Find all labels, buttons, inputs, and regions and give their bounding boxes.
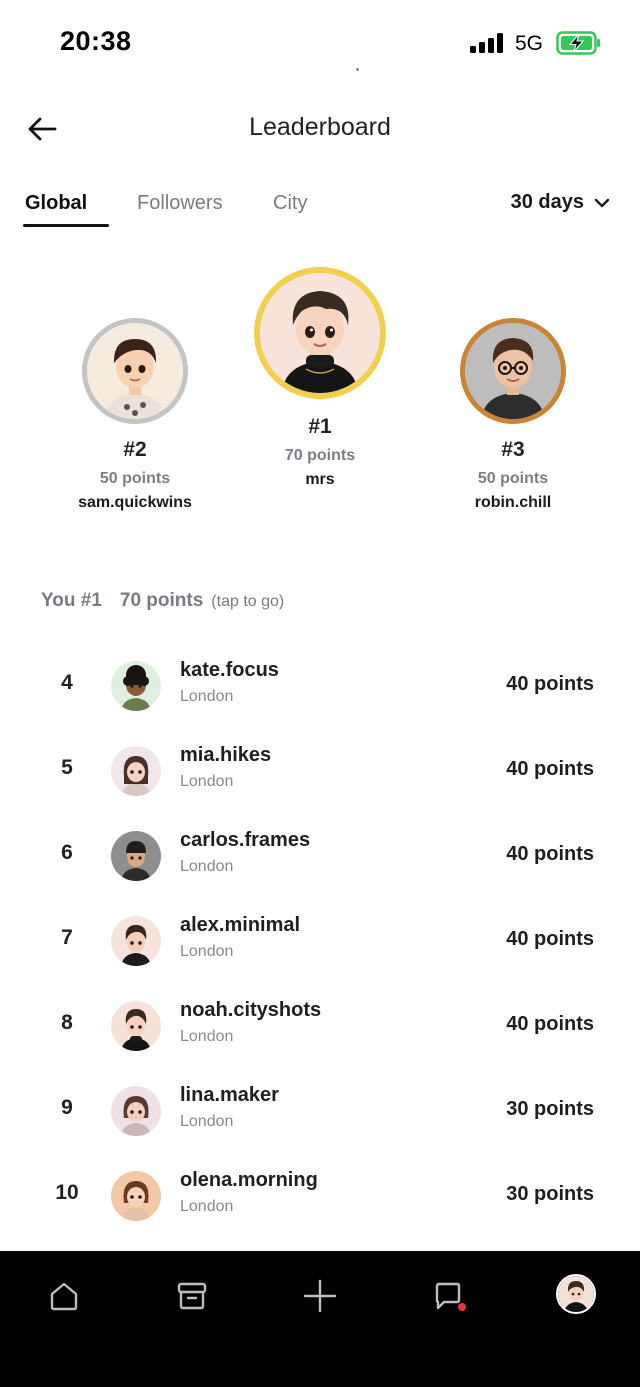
podium-first-avatar [254, 267, 386, 399]
avatar [111, 1086, 161, 1136]
podium-first-username: mrs [305, 471, 335, 488]
network-label: 5G [515, 32, 544, 55]
tap-to-go-hint: (tap to go) [211, 593, 285, 610]
podium-third-rank: #3 [501, 438, 525, 461]
row-rank: 10 [55, 1181, 79, 1204]
avatar [111, 916, 161, 966]
page-title: Leaderboard [249, 113, 391, 141]
row-username: kate.focus [180, 659, 279, 681]
leaderboard-row[interactable]: 6 carlos.frames London 40 points [0, 811, 640, 896]
row-username: noah.cityshots [180, 999, 322, 1021]
row-city: London [180, 943, 234, 960]
bottom-nav [0, 1251, 640, 1387]
row-city: London [180, 1028, 234, 1045]
nav-chat-button[interactable] [425, 1273, 471, 1319]
podium-second-points: 50 points [99, 470, 171, 487]
home-icon [50, 1282, 78, 1311]
avatar [111, 746, 161, 796]
period-dropdown[interactable]: 30 days [511, 191, 610, 214]
profile-avatar[interactable] [556, 1274, 596, 1314]
podium-second-username: sam.quickwins [78, 494, 192, 511]
row-city: London [180, 773, 234, 790]
avatar [111, 1171, 161, 1221]
podium-third-avatar [460, 318, 566, 424]
podium-third[interactable]: #3 50 points robin.chill [413, 318, 613, 512]
row-points: 40 points [506, 843, 594, 865]
row-rank: 4 [61, 671, 73, 694]
your-points: 70 points [119, 590, 204, 611]
leaderboard-row[interactable]: 7 alex.minimal London 40 points [0, 896, 640, 981]
row-city: London [180, 1113, 234, 1130]
status-bar: 20:38 5G [0, 0, 640, 88]
row-username: olena.morning [180, 1169, 318, 1191]
podium-third-username: robin.chill [474, 494, 552, 511]
row-city: London [180, 688, 234, 705]
nav-archive-button[interactable] [169, 1273, 215, 1319]
your-rank: You #1 [41, 590, 102, 611]
active-tab-indicator [23, 224, 109, 227]
row-points: 40 points [506, 758, 594, 780]
podium-second-rank: #2 [123, 438, 147, 461]
notch-dot [356, 68, 359, 71]
row-username: lina.maker [180, 1084, 279, 1106]
row-username: alex.minimal [180, 914, 301, 936]
podium-first[interactable]: #1 70 points mrs [220, 267, 420, 489]
nav-create-button[interactable] [297, 1273, 343, 1319]
signal-icon [470, 33, 506, 53]
tab-global[interactable]: Global [25, 192, 87, 215]
row-points: 30 points [506, 1098, 594, 1120]
tab-city[interactable]: City [273, 192, 307, 215]
row-points: 40 points [506, 928, 594, 950]
row-points: 40 points [506, 673, 594, 695]
row-rank: 7 [61, 926, 73, 949]
leaderboard-tabs: Global Followers City 30 days [0, 188, 640, 232]
podium-second[interactable]: #2 50 points sam.quickwins [35, 318, 235, 512]
row-points: 40 points [506, 1013, 594, 1035]
row-rank: 5 [61, 756, 73, 779]
podium-second-avatar [82, 318, 188, 424]
row-city: London [180, 858, 234, 875]
row-rank: 6 [61, 841, 73, 864]
podium-first-points: 70 points [284, 447, 356, 464]
plus-icon [303, 1279, 337, 1313]
your-position-link[interactable]: You #1 70 points (tap to go) [41, 590, 284, 612]
row-rank: 9 [61, 1096, 73, 1119]
notification-dot [458, 1303, 466, 1311]
leaderboard-row[interactable]: 4 kate.focus London 40 points [0, 641, 640, 726]
avatar [111, 831, 161, 881]
chevron-down-icon [594, 198, 610, 207]
period-label: 30 days [510, 191, 584, 213]
row-rank: 8 [61, 1011, 73, 1034]
battery-charging-icon [556, 31, 600, 55]
leaderboard-row[interactable]: 8 noah.cityshots London 40 points [0, 981, 640, 1066]
leaderboard-row[interactable]: 10 olena.morning London 30 points [0, 1151, 640, 1236]
podium-first-rank: #1 [308, 415, 332, 438]
row-username: mia.hikes [180, 744, 272, 766]
status-time: 20:38 [60, 26, 132, 56]
leaderboard-row[interactable]: 5 mia.hikes London 40 points [0, 726, 640, 811]
nav-home-button[interactable] [41, 1273, 87, 1319]
avatar [111, 1001, 161, 1051]
tab-followers[interactable]: Followers [137, 192, 223, 215]
header: Leaderboard [0, 100, 640, 158]
archive-icon [177, 1282, 207, 1310]
leaderboard-row[interactable]: 9 lina.maker London 30 points [0, 1066, 640, 1151]
row-username: carlos.frames [180, 829, 311, 851]
row-city: London [180, 1198, 234, 1215]
avatar [111, 661, 161, 711]
podium-third-points: 50 points [477, 470, 549, 487]
row-points: 30 points [506, 1183, 594, 1205]
